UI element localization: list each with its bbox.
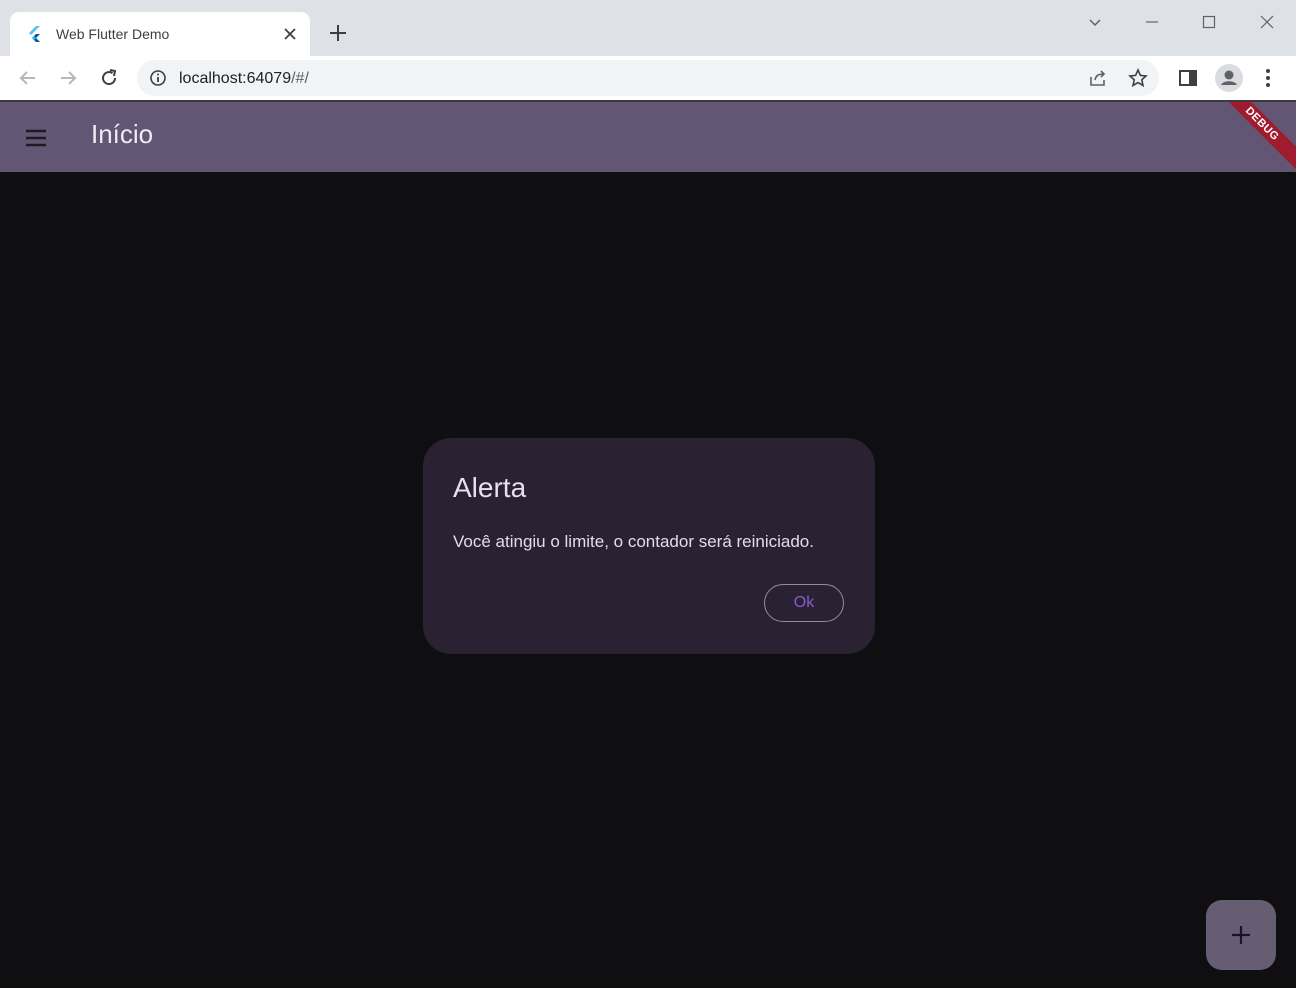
browser-titlebar: Web Flutter Demo xyxy=(0,0,1296,56)
url-path: /#/ xyxy=(291,70,309,87)
window-close-icon[interactable] xyxy=(1255,10,1279,34)
back-arrow-icon[interactable] xyxy=(16,66,40,90)
side-panel-icon[interactable] xyxy=(1176,66,1200,90)
browser-tab[interactable]: Web Flutter Demo xyxy=(10,12,310,56)
debug-banner-container: DEBUG xyxy=(1216,102,1296,172)
dialog-message: Você atingiu o limite, o contador será r… xyxy=(453,532,814,551)
close-icon[interactable] xyxy=(280,24,300,44)
profile-avatar-icon[interactable] xyxy=(1214,63,1244,93)
maximize-icon[interactable] xyxy=(1197,10,1221,34)
add-fab-button[interactable] xyxy=(1206,900,1276,970)
minimize-icon[interactable] xyxy=(1140,10,1164,34)
tab-title: Web Flutter Demo xyxy=(56,26,170,42)
alert-dialog: Alerta Você atingiu o limite, o contador… xyxy=(423,438,875,654)
reload-icon[interactable] xyxy=(97,66,121,90)
share-icon[interactable] xyxy=(1088,68,1108,88)
debug-banner: DEBUG xyxy=(1216,102,1296,172)
url-text[interactable]: localhost:64079/#/ xyxy=(179,70,309,88)
browser-toolbar: localhost:64079/#/ xyxy=(0,56,1296,100)
menu-icon[interactable] xyxy=(24,126,48,150)
new-tab-icon[interactable] xyxy=(326,21,350,45)
plus-icon xyxy=(1232,926,1250,944)
address-bar[interactable]: localhost:64079/#/ xyxy=(137,60,1159,96)
app-bar: Início xyxy=(0,102,1296,172)
page-title: Início xyxy=(91,119,154,149)
star-icon[interactable] xyxy=(1128,68,1148,88)
url-host: localhost:64079 xyxy=(179,70,292,87)
forward-arrow-icon[interactable] xyxy=(56,66,80,90)
ok-button[interactable]: Ok xyxy=(764,584,844,622)
info-icon[interactable] xyxy=(149,69,167,87)
dialog-title: Alerta xyxy=(453,472,527,503)
flutter-logo-icon xyxy=(29,26,40,42)
more-vertical-icon[interactable] xyxy=(1256,66,1280,90)
tab-search-icon[interactable] xyxy=(1083,10,1107,34)
